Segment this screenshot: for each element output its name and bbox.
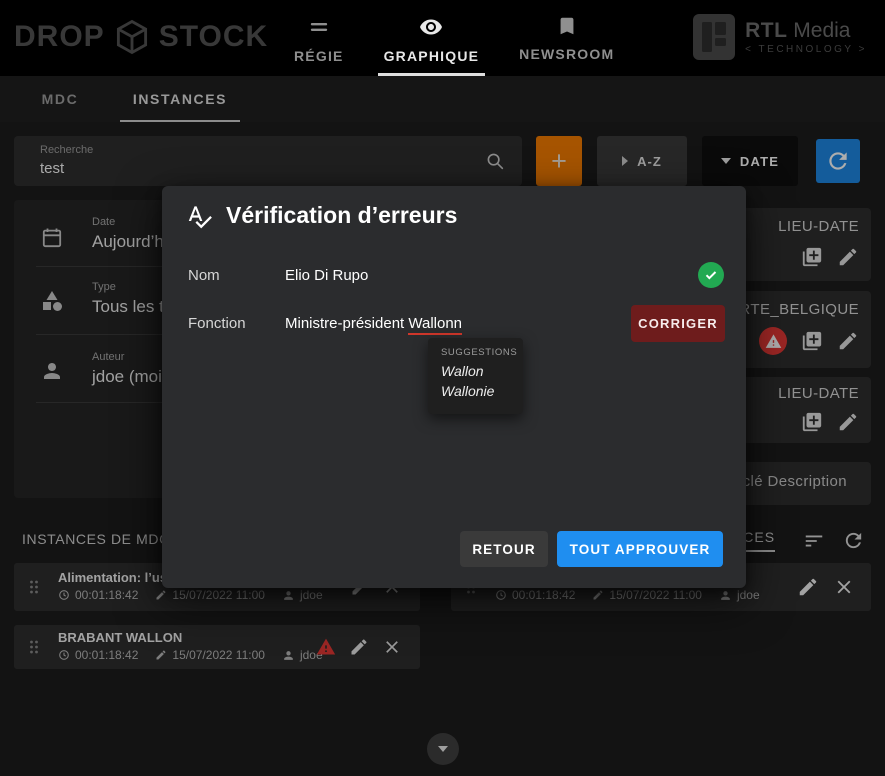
bookmark-icon: [556, 15, 578, 37]
nav-label-newsroom: NEWSROOM: [519, 46, 614, 62]
rtl-brand-text: RTL Media < TECHNOLOGY >: [745, 19, 867, 55]
eye-icon: [419, 15, 443, 39]
top-bar: DROP STOCK RÉGIE GRAPHIQUE NEWSROOM: [0, 0, 885, 76]
nav-label-regie: RÉGIE: [294, 48, 344, 64]
rtl-logo-icon: [693, 14, 735, 60]
brand-technology: < TECHNOLOGY >: [745, 44, 867, 55]
nom-value: Elio Di Rupo: [285, 267, 368, 284]
retour-button[interactable]: RETOUR: [460, 531, 548, 567]
fonction-label: Fonction: [188, 315, 246, 332]
app-logo: DROP STOCK: [14, 18, 268, 56]
suggestions-heading: SUGGESTIONS: [441, 347, 517, 358]
logo-word-stock: STOCK: [159, 20, 268, 54]
suggestion-item-wallonie[interactable]: Wallonie: [441, 383, 494, 399]
spellcheck-icon: [186, 203, 213, 230]
suggestion-item-wallon[interactable]: Wallon: [441, 363, 484, 379]
menu-icon: [307, 15, 331, 39]
cube-icon: [113, 18, 151, 56]
suggestions-popup: SUGGESTIONS Wallon Wallonie: [428, 338, 523, 414]
logo-word-drop: DROP: [14, 20, 105, 54]
nav-item-newsroom[interactable]: NEWSROOM: [513, 13, 620, 75]
app-root: DROP STOCK RÉGIE GRAPHIQUE NEWSROOM: [0, 0, 885, 776]
nav-item-graphique[interactable]: GRAPHIQUE: [378, 13, 486, 75]
brand-media: Media: [793, 19, 850, 42]
scroll-down-button[interactable]: [427, 733, 459, 765]
nav-label-graphique: GRAPHIQUE: [384, 48, 480, 64]
corriger-button[interactable]: CORRIGER: [631, 305, 725, 342]
check-circle-icon: [698, 262, 724, 288]
modal-title: Vérification d’erreurs: [226, 202, 457, 229]
brand-rtl: RTL: [745, 19, 787, 42]
fonction-value-prefix: Ministre-président: [285, 315, 408, 332]
tout-approuver-button[interactable]: TOUT APPROUVER: [557, 531, 723, 567]
nom-label: Nom: [188, 267, 220, 284]
chevron-down-icon: [438, 746, 448, 752]
fonction-value-error: Wallonn: [408, 315, 462, 335]
rtl-media-brand: RTL Media < TECHNOLOGY >: [693, 14, 867, 60]
main-nav: RÉGIE GRAPHIQUE NEWSROOM: [288, 13, 620, 75]
fonction-value: Ministre-président Wallonn: [285, 315, 462, 332]
nav-item-regie[interactable]: RÉGIE: [288, 13, 350, 75]
